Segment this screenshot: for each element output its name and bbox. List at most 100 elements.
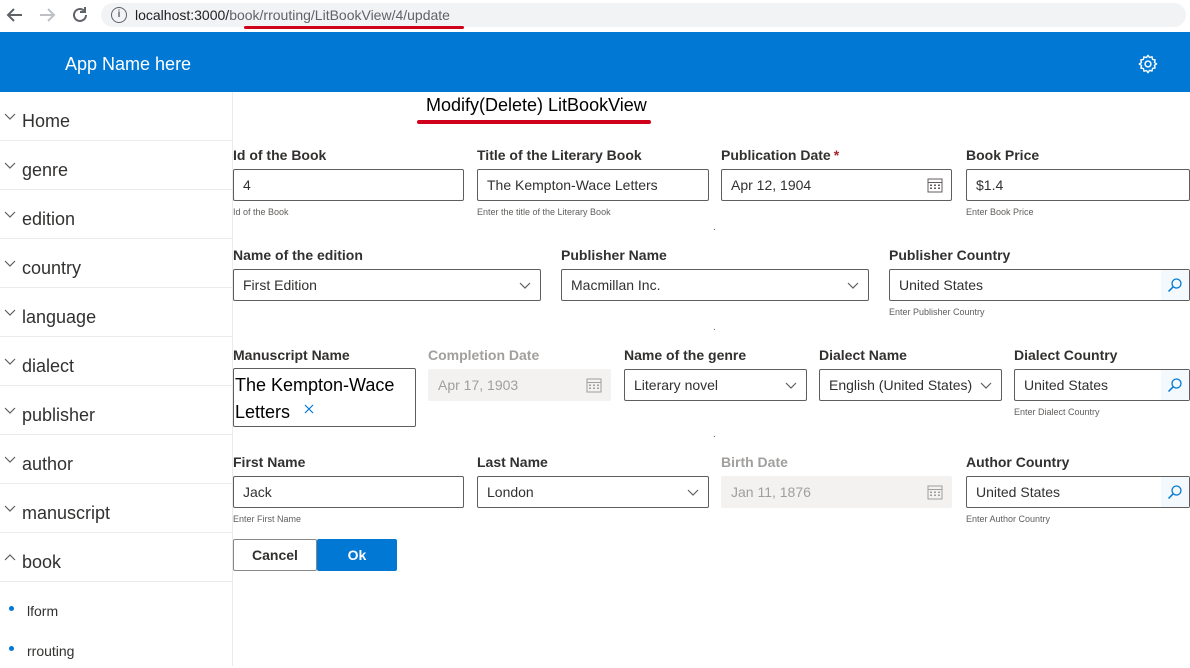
completion-date-value: Apr 17, 1903 — [438, 377, 519, 393]
chevron-down-icon — [980, 382, 992, 389]
search-icon — [1167, 278, 1182, 293]
sidebar-item-label: Home — [22, 111, 71, 131]
edition-name-dropdown[interactable]: First Edition — [233, 269, 541, 301]
chevron-down-icon — [4, 309, 16, 316]
completion-date-label: Completion Date — [428, 347, 540, 363]
dialect-country-label: Dialect Country — [1014, 347, 1118, 363]
author-country-hint: Enter Author Country — [966, 514, 1051, 524]
dialect-name-dropdown[interactable]: English (United States) — [819, 369, 1002, 401]
dialect-country-search[interactable]: United States — [1014, 369, 1190, 401]
book-id-field[interactable]: 4 — [233, 169, 464, 201]
publisher-name-dropdown[interactable]: Macmillan Inc. — [561, 269, 869, 301]
book-price-field[interactable]: $1.4 — [966, 169, 1190, 201]
publisher-country-search[interactable]: United States — [889, 269, 1190, 301]
sidebar-item-label: author — [22, 454, 74, 474]
sidebar-item-label: edition — [22, 209, 76, 229]
genre-name-dropdown[interactable]: Literary novel — [624, 369, 807, 401]
form-title: Modify(Delete) LitBookView — [426, 95, 647, 115]
book-title-field[interactable]: The Kempton-Wace Letters — [477, 169, 709, 201]
address-bar[interactable]: i localhost:3000/book/rrouting/LitBookVi… — [101, 3, 1186, 27]
sidebar-item-country[interactable]: country — [0, 239, 232, 288]
sidebar-item-label: country — [22, 258, 82, 278]
forward-icon[interactable] — [36, 4, 58, 26]
sidebar-subitem-label: rrouting — [27, 643, 75, 659]
book-price-value: $1.4 — [976, 177, 1004, 193]
manuscript-name-value: The Kempton-Wace Letters — [235, 375, 395, 422]
chevron-down-icon — [4, 407, 16, 414]
url-path: book/rrouting/LitBookView/4/update — [229, 7, 450, 23]
manuscript-name-label: Manuscript Name — [233, 347, 350, 363]
sidebar-item-author[interactable]: author — [0, 435, 232, 484]
sidebar-item-label: genre — [22, 160, 69, 180]
chevron-down-icon — [785, 382, 797, 389]
separator-dot: . — [713, 429, 716, 440]
edition-name-value: First Edition — [243, 277, 317, 293]
sidebar-item-label: dialect — [22, 356, 75, 376]
chevron-up-icon — [4, 554, 16, 561]
chevron-down-icon — [847, 282, 859, 289]
calendar-icon — [927, 485, 943, 500]
reload-icon[interactable] — [69, 4, 91, 26]
publication-date-label-text: Publication Date — [721, 147, 831, 163]
info-icon[interactable]: i — [111, 7, 127, 23]
sidebar-item-dialect[interactable]: dialect — [0, 337, 232, 386]
sidebar-item-manuscript[interactable]: manuscript — [0, 484, 232, 533]
publication-date-picker[interactable]: Apr 12, 1904 — [721, 169, 952, 201]
last-name-dropdown[interactable]: London — [477, 476, 709, 508]
clear-icon[interactable] — [302, 402, 316, 416]
first-name-hint: Enter First Name — [233, 514, 302, 524]
sidebar-subitem-rrouting[interactable]: rrouting — [0, 628, 232, 668]
birth-date-value: Jan 11, 1876 — [731, 484, 811, 500]
genre-name-value: Literary novel — [634, 377, 719, 393]
chevron-down-icon — [4, 260, 16, 267]
separator-dot: . — [713, 322, 716, 333]
edition-name-label: Name of the edition — [233, 247, 363, 263]
sidebar-item-book[interactable]: book — [0, 533, 232, 582]
browser-toolbar: i localhost:3000/book/rrouting/LitBookVi… — [0, 0, 1190, 32]
url-text: localhost:3000/book/rrouting/LitBookView… — [135, 7, 450, 23]
calendar-icon[interactable] — [927, 177, 943, 193]
chevron-down-icon — [687, 489, 699, 496]
url-annotation-underline — [244, 26, 464, 29]
first-name-label: First Name — [233, 454, 306, 470]
first-name-field[interactable]: Jack — [233, 476, 464, 508]
cancel-button[interactable]: Cancel — [233, 539, 317, 571]
publisher-name-value: Macmillan Inc. — [571, 277, 661, 293]
chevron-down-icon — [4, 113, 16, 120]
dialect-country-value: United States — [1024, 377, 1109, 393]
required-mark: * — [833, 147, 840, 163]
search-icon — [1167, 378, 1182, 393]
last-name-label: Last Name — [477, 454, 548, 470]
genre-name-label: Name of the genre — [624, 347, 747, 363]
back-icon[interactable] — [4, 4, 26, 26]
sidebar-item-publisher[interactable]: publisher — [0, 386, 232, 435]
search-button[interactable] — [1161, 370, 1189, 400]
sidebar-item-edition[interactable]: edition — [0, 190, 232, 239]
chevron-down-icon — [4, 211, 16, 218]
sidebar-item-label: language — [22, 307, 97, 327]
sidebar-subitem-lform[interactable]: lform — [0, 588, 232, 628]
dialect-country-hint: Enter Dialect Country — [1014, 407, 1100, 417]
sidebar-item-label: publisher — [22, 405, 96, 425]
chevron-down-icon — [519, 282, 531, 289]
separator-dot: . — [713, 222, 716, 233]
search-button[interactable] — [1161, 270, 1189, 300]
app-header: App Name here — [0, 32, 1190, 92]
last-name-value: London — [487, 484, 534, 500]
completion-date-picker: Apr 17, 1903 — [428, 369, 611, 401]
chevron-down-icon — [4, 456, 16, 463]
sidebar-item-home[interactable]: Home — [0, 92, 232, 141]
dialect-name-value: English (United States) — [829, 377, 973, 393]
ok-button[interactable]: Ok — [317, 539, 397, 571]
author-country-search[interactable]: United States — [966, 476, 1190, 508]
book-id-label: Id of the Book — [233, 147, 327, 163]
sidebar-item-language[interactable]: language — [0, 288, 232, 337]
gear-icon[interactable] — [1137, 53, 1159, 75]
manuscript-name-picker[interactable]: The Kempton-Wace Letters — [233, 368, 416, 427]
author-country-value: United States — [976, 484, 1061, 500]
bullet-icon — [9, 606, 14, 611]
app-name: App Name here — [65, 54, 192, 74]
sidebar-item-genre[interactable]: genre — [0, 141, 232, 190]
book-id-hint: Id of the Book — [233, 207, 289, 217]
search-button[interactable] — [1161, 477, 1189, 507]
